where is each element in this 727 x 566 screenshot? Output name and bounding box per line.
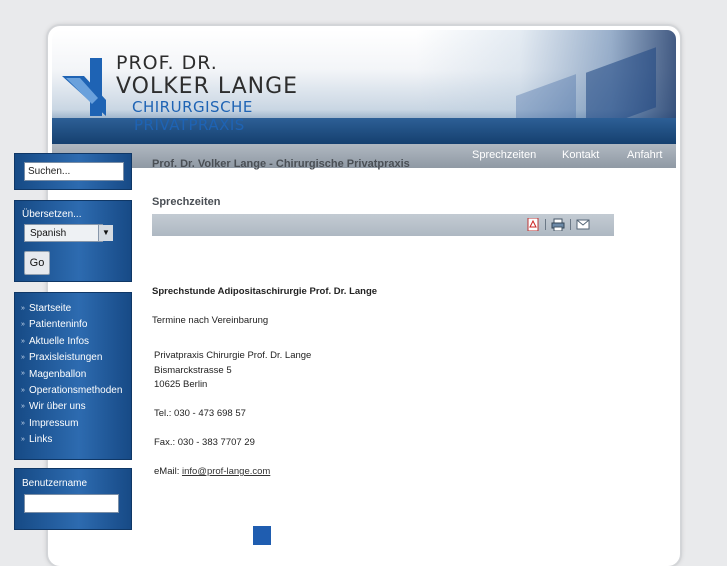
menu-item-label: Operationsmethoden xyxy=(29,384,123,396)
bullet-icon: » xyxy=(21,370,25,378)
logo-line-1: PROF. DR. xyxy=(116,52,218,74)
menu-item-magenballon[interactable]: » Magenballon xyxy=(21,369,122,385)
menu-item-startseite[interactable]: » Startseite xyxy=(21,303,122,319)
page-title: Prof. Dr. Volker Lange - Chirurgische Pr… xyxy=(152,158,410,170)
nav-item-anfahrt[interactable]: Anfahrt xyxy=(627,149,662,161)
menu-item-label: Aktuelle Infos xyxy=(29,335,90,347)
fax-text: Fax.: 030 - 383 7707 29 xyxy=(154,437,255,448)
search-module: Suchen... xyxy=(14,153,132,190)
username-input[interactable] xyxy=(24,494,119,513)
section-title: Sprechzeiten xyxy=(152,196,221,208)
menu-item-operationsmethoden[interactable]: » Operationsmethoden xyxy=(21,385,122,401)
address-line-2: Bismarckstrasse 5 xyxy=(154,365,232,376)
article-toolbar xyxy=(152,214,614,236)
bullet-icon: » xyxy=(21,403,25,411)
menu-item-aktuelle-infos[interactable]: » Aktuelle Infos xyxy=(21,336,122,352)
menu-item-label: Links xyxy=(29,434,53,446)
menu-item-wir-ueber-uns[interactable]: » Wir über uns xyxy=(21,401,122,417)
bullet-icon: » xyxy=(21,354,25,362)
language-selected-value: Spanish xyxy=(30,228,67,239)
appointment-text: Termine nach Vereinbarung xyxy=(152,315,269,326)
login-module: Benutzername xyxy=(14,468,132,530)
dropdown-arrow-icon[interactable]: ▼ xyxy=(98,225,113,241)
toolbar-separator xyxy=(545,219,546,230)
nav-item-sprechzeiten[interactable]: Sprechzeiten xyxy=(472,149,536,161)
address-line-1: Privatpraxis Chirurgie Prof. Dr. Lange xyxy=(154,350,312,361)
menu-item-patienteninfo[interactable]: » Patienteninfo xyxy=(21,319,122,335)
print-icon[interactable] xyxy=(551,218,565,231)
translate-module: Übersetzen... Spanish ▼ Go xyxy=(14,200,132,282)
menu-item-label: Startseite xyxy=(29,303,72,314)
email-link[interactable]: info@prof-lange.com xyxy=(182,466,270,477)
logo-line-2: VOLKER LANGE xyxy=(116,74,299,99)
menu-item-impressum[interactable]: » Impressum xyxy=(21,418,122,434)
menu-item-label: Patienteninfo xyxy=(29,319,88,331)
menu-item-label: Impressum xyxy=(29,417,79,429)
logo-line-4: PRIVATPRAXIS xyxy=(134,116,245,134)
email-label: eMail: xyxy=(154,466,182,477)
address-line-3: 10625 Berlin xyxy=(154,379,208,390)
menu-item-praxisleistungen[interactable]: » Praxisleistungen xyxy=(21,352,122,368)
email-line: eMail: info@prof-lange.com xyxy=(154,466,270,477)
bullet-icon: » xyxy=(21,435,25,443)
bullet-icon: » xyxy=(21,321,25,329)
content-heading: Sprechstunde Adipositaschirurgie Prof. D… xyxy=(152,286,378,297)
menu-item-label: Magenballon xyxy=(29,368,87,380)
logo-line-3: CHIRURGISCHE xyxy=(132,98,253,116)
bullet-icon: » xyxy=(21,386,25,394)
nav-item-kontakt[interactable]: Kontakt xyxy=(562,149,599,161)
go-button[interactable]: Go xyxy=(24,251,50,275)
bullet-icon: » xyxy=(21,304,25,312)
email-icon[interactable] xyxy=(576,218,590,231)
language-select[interactable]: Spanish ▼ xyxy=(24,224,113,242)
bullet-icon: » xyxy=(21,337,25,345)
menu-item-links[interactable]: » Links xyxy=(21,434,122,450)
bullet-icon: » xyxy=(21,419,25,427)
content-image-fragment xyxy=(253,526,271,545)
header-banner: PROF. DR. VOLKER LANGE CHIRURGISCHE PRIV… xyxy=(52,30,676,144)
toolbar-separator xyxy=(570,219,571,230)
search-input[interactable]: Suchen... xyxy=(24,162,124,181)
menu-item-label: Wir über uns xyxy=(29,401,86,413)
pdf-icon[interactable] xyxy=(526,218,540,231)
username-label: Benutzername xyxy=(22,478,88,489)
translate-label: Übersetzen... xyxy=(22,209,82,220)
main-menu: » Startseite » Patienteninfo » Aktuelle Inf… xyxy=(14,292,132,460)
phone-text: Tel.: 030 - 473 698 57 xyxy=(154,408,246,419)
menu-item-label: Praxisleistungen xyxy=(29,352,103,364)
